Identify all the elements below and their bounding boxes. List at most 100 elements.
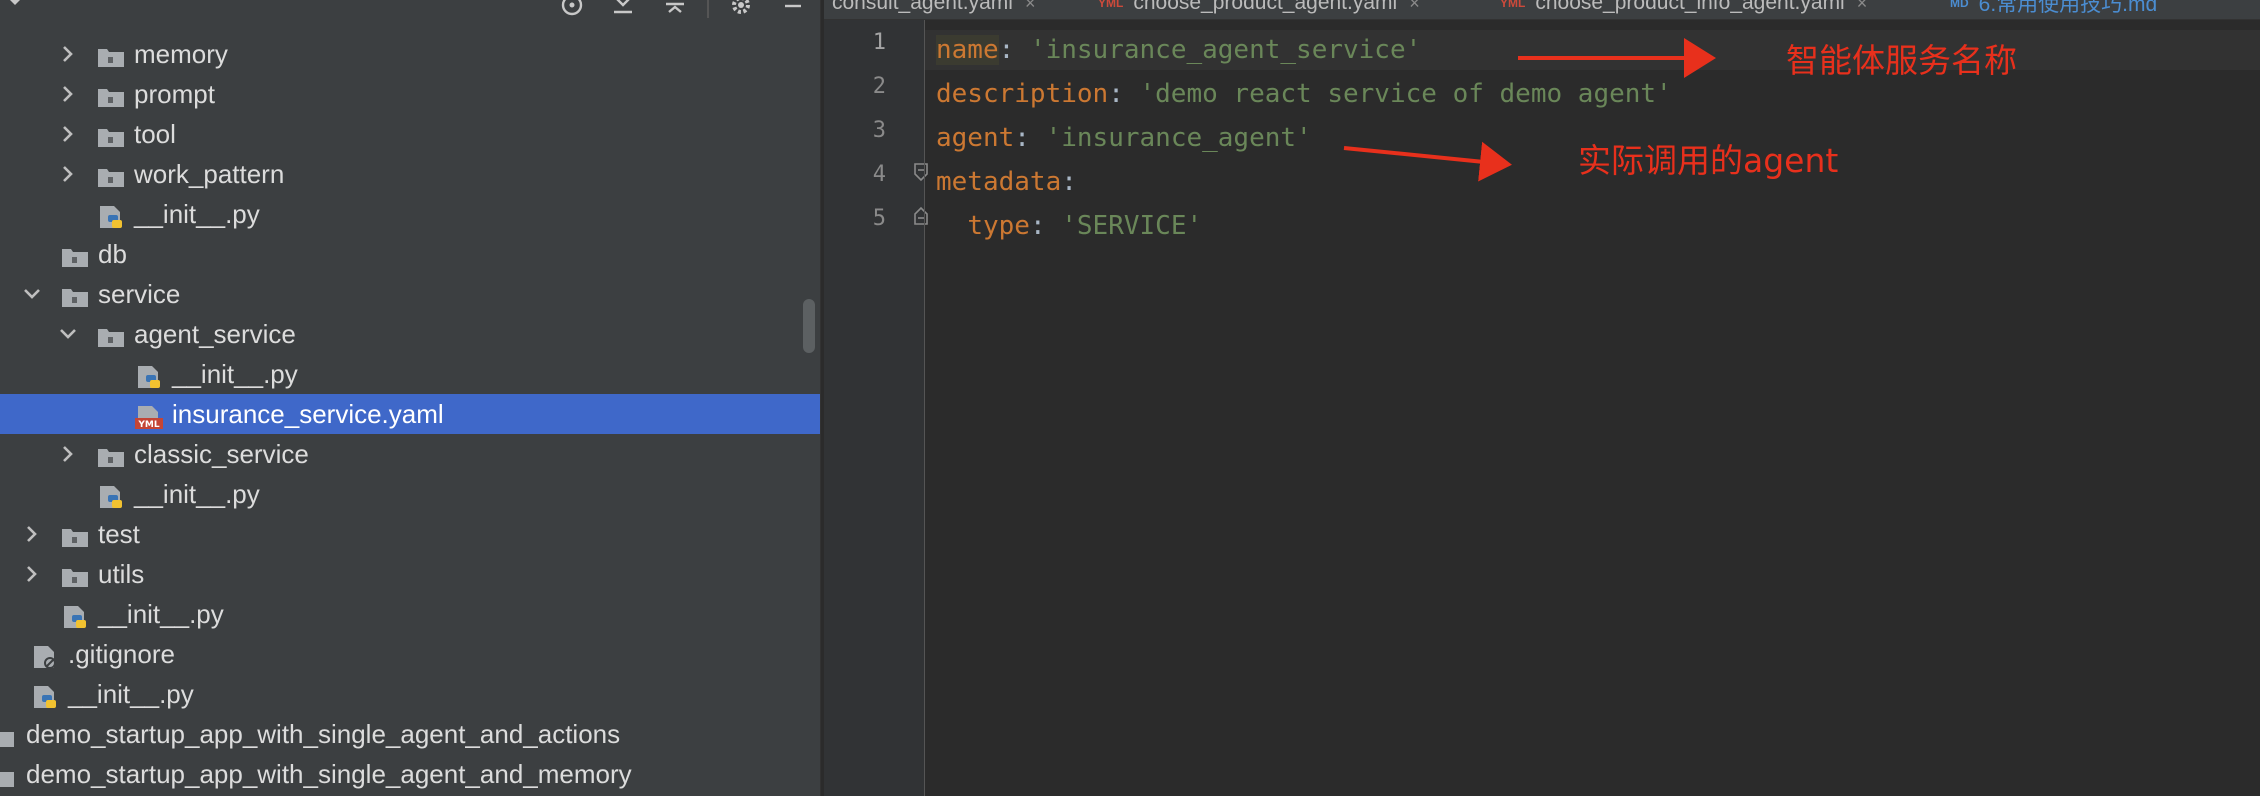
tree-item[interactable]: __init__.py xyxy=(0,194,820,234)
tree-item[interactable]: __init__.py xyxy=(0,674,820,714)
tree-item-label: demo_startup_app_with_single_agent_and_a… xyxy=(26,719,621,749)
gitignore-file-icon xyxy=(30,641,60,669)
line-number[interactable]: 3 xyxy=(824,118,886,143)
tree-item-label: test xyxy=(98,519,140,549)
tree-item[interactable]: .gitignore xyxy=(0,634,820,674)
python-file-icon xyxy=(30,681,60,708)
tree-item[interactable]: db xyxy=(0,234,820,274)
chevron-right-icon[interactable] xyxy=(22,524,42,544)
svg-text:YML: YML xyxy=(137,420,159,430)
line-number[interactable]: 1 xyxy=(824,30,886,55)
chevron-down-icon[interactable] xyxy=(22,284,42,304)
tree-item-label: utils xyxy=(98,559,145,589)
folder-icon xyxy=(96,441,126,467)
fold-end-icon[interactable] xyxy=(913,206,929,226)
yaml-string-value: 'insurance_agent_service' xyxy=(1029,35,1422,65)
tree-item[interactable]: work_pattern xyxy=(0,154,820,194)
python-file-icon xyxy=(96,201,126,228)
tree-item[interactable]: utils xyxy=(0,554,820,594)
yaml-file-icon: YML xyxy=(134,401,164,430)
chevron-right-icon[interactable] xyxy=(58,44,78,64)
python-file-icon xyxy=(96,481,126,508)
toolbar-separator xyxy=(707,0,709,18)
code-line[interactable]: description: 'demo react service of demo… xyxy=(936,74,1672,114)
code-editor: consult_agent.yaml × YML choose_product_age… xyxy=(824,0,2260,796)
tree-item[interactable]: classic_service xyxy=(0,434,820,474)
locate-file-icon[interactable] xyxy=(559,0,585,18)
line-number[interactable]: 2 xyxy=(824,74,886,99)
code-line[interactable]: metadata: xyxy=(936,162,1077,202)
code-line[interactable]: type: 'SERVICE' xyxy=(936,206,1202,246)
editor-tab[interactable]: consult_agent.yaml × xyxy=(832,0,1035,18)
yaml-file-icon: YML xyxy=(1098,0,1124,10)
folder-icon xyxy=(96,161,126,187)
code-line[interactable]: agent: 'insurance_agent' xyxy=(936,118,1312,158)
tree-item-selected[interactable]: YML insurance_service.yaml xyxy=(0,394,820,434)
tree-item[interactable]: test xyxy=(0,514,820,554)
tree-item-label: demo_startup_app_with_single_agent_and_m… xyxy=(26,759,632,789)
yaml-string-value: 'demo react service of demo agent' xyxy=(1139,79,1672,109)
folder-icon xyxy=(96,41,126,67)
expand-all-icon[interactable] xyxy=(610,0,636,18)
code-line[interactable]: name: 'insurance_agent_service' xyxy=(936,30,1421,70)
editor-tab-bar: consult_agent.yaml × YML choose_product_age… xyxy=(824,0,2260,20)
tree-item-label: tool xyxy=(134,119,176,149)
close-tab-icon[interactable]: × xyxy=(1857,0,1868,14)
folder-icon xyxy=(60,561,90,587)
line-number[interactable]: 4 xyxy=(824,162,886,187)
tree-item[interactable]: demo_startup_app_with_single_agent_and_m… xyxy=(0,754,820,794)
chevron-right-icon[interactable] xyxy=(22,564,42,584)
editor-tab[interactable]: MD 6.常用使用技巧.md xyxy=(1950,0,2157,18)
tree-item[interactable]: __init__.py xyxy=(0,354,820,394)
editor-tab[interactable]: YML choose_product_info_agent.yaml × xyxy=(1500,0,1867,18)
folder-icon xyxy=(96,321,126,347)
chevron-down-icon[interactable] xyxy=(58,324,78,344)
tree-item-label: classic_service xyxy=(134,439,309,469)
tree-item[interactable]: agent_service xyxy=(0,314,820,354)
tree-item[interactable]: __init__.py xyxy=(0,594,820,634)
annotation-service-name: 智能体服务名称 xyxy=(1786,41,2017,80)
python-file-icon xyxy=(60,601,90,628)
folder-icon xyxy=(60,241,90,267)
sidebar-scrollbar[interactable] xyxy=(803,299,815,353)
yaml-key: agent xyxy=(936,123,1015,153)
chevron-right-icon[interactable] xyxy=(58,124,78,144)
chevron-right-icon[interactable] xyxy=(58,84,78,104)
close-tab-icon[interactable]: × xyxy=(1025,0,1036,14)
yaml-separator: : xyxy=(998,35,1030,65)
editor-tab[interactable]: YML choose_product_agent.yaml × xyxy=(1098,0,1420,18)
tree-item-label: prompt xyxy=(134,79,215,109)
chevron-right-icon[interactable] xyxy=(58,444,78,464)
close-tab-icon[interactable]: × xyxy=(1409,0,1420,14)
tree-item[interactable]: __init__.py xyxy=(0,474,820,514)
markdown-file-icon: MD xyxy=(1950,0,1969,10)
ide-window: memory prompt tool work_pattern __init__.py d… xyxy=(0,0,2260,796)
tree-item[interactable]: prompt xyxy=(0,74,820,114)
annotation-actual-agent: 实际调用的agent xyxy=(1578,141,1839,180)
tree-item-label: __init__.py xyxy=(134,479,260,509)
hide-panel-icon[interactable] xyxy=(780,0,806,18)
collapse-all-icon[interactable] xyxy=(662,0,688,18)
line-number[interactable]: 5 xyxy=(824,206,886,231)
chevron-right-icon[interactable] xyxy=(58,164,78,184)
yaml-key: metadata xyxy=(936,167,1062,197)
project-tree: memory prompt tool work_pattern __init__.py d… xyxy=(0,34,820,794)
tree-item-label: insurance_service.yaml xyxy=(172,399,444,429)
tree-item-label: __init__.py xyxy=(98,599,224,629)
folder-icon xyxy=(60,521,90,547)
module-folder-icon xyxy=(0,761,16,787)
yaml-separator: : xyxy=(1029,211,1062,241)
tree-item[interactable]: service xyxy=(0,274,820,314)
yaml-key: description xyxy=(936,79,1109,109)
tree-item[interactable]: demo_startup_app_with_single_agent_and_a… xyxy=(0,714,820,754)
tree-item-label: work_pattern xyxy=(134,159,285,189)
yaml-string-value: 'insurance_agent' xyxy=(1045,123,1312,153)
gear-icon[interactable] xyxy=(728,0,754,18)
view-options-chevron-icon[interactable] xyxy=(2,0,28,18)
tree-item[interactable]: memory xyxy=(0,34,820,74)
fold-open-icon[interactable] xyxy=(913,162,929,182)
editor-tab-label: choose_product_info_agent.yaml xyxy=(1535,0,1845,14)
folder-icon xyxy=(60,281,90,307)
tree-item[interactable]: tool xyxy=(0,114,820,154)
